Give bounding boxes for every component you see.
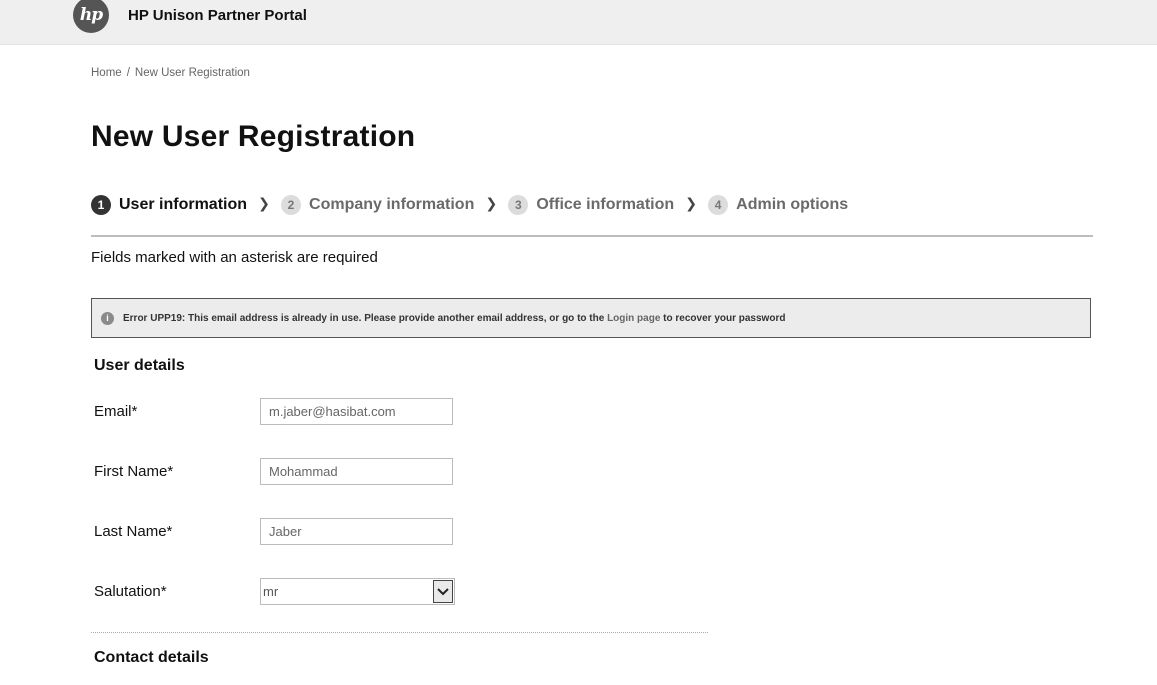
- section-divider: [91, 632, 708, 633]
- step-label: Office information: [536, 196, 675, 213]
- breadcrumb-home-link[interactable]: Home: [91, 67, 122, 79]
- step-number: 3: [508, 195, 529, 215]
- step-user-information[interactable]: 1 User information: [91, 195, 247, 215]
- chevron-down-icon[interactable]: [433, 580, 453, 603]
- portal-title[interactable]: HP Unison Partner Portal: [128, 7, 307, 24]
- hp-logo-text: hp: [79, 5, 103, 25]
- error-message-box: i Error UPP19: This email address is alr…: [91, 298, 1091, 338]
- hp-logo[interactable]: hp: [73, 0, 109, 33]
- breadcrumb-current: New User Registration: [134, 67, 250, 79]
- last-name-field[interactable]: [260, 518, 453, 545]
- step-label: User information: [119, 196, 248, 213]
- step-company-information[interactable]: 2 Company information: [281, 195, 474, 215]
- error-text-before: Error UPP19: This email address is alrea…: [123, 312, 608, 324]
- info-icon: i: [101, 311, 114, 325]
- first-name-label: First Name*: [94, 463, 174, 480]
- error-text-after: to recover your password: [660, 312, 786, 324]
- step-number: 2: [281, 195, 302, 215]
- contact-details-heading: Contact details: [94, 649, 209, 666]
- first-name-field[interactable]: [260, 458, 453, 485]
- breadcrumb: Home / New User Registration: [91, 67, 250, 79]
- page-title: New User Registration: [91, 120, 416, 153]
- step-number: 4: [708, 195, 729, 215]
- step-label: Company information: [309, 196, 475, 213]
- breadcrumb-separator: /: [126, 67, 130, 79]
- registration-steps: 1 User information ❯ 2 Company informati…: [91, 193, 848, 217]
- salutation-selected-value: mr: [263, 584, 279, 599]
- step-number: 1: [91, 195, 111, 215]
- email-label: Email*: [94, 403, 138, 420]
- error-message: Error UPP19: This email address is alrea…: [123, 313, 785, 324]
- step-office-information[interactable]: 3 Office information: [508, 195, 674, 215]
- chevron-right-icon: ❯: [685, 194, 697, 211]
- user-details-heading: User details: [94, 357, 185, 374]
- top-header: hp HP Unison Partner Portal: [0, 0, 1157, 45]
- salutation-select[interactable]: mr: [260, 578, 455, 605]
- steps-divider: [91, 235, 1093, 237]
- step-label: Admin options: [736, 196, 849, 213]
- login-page-link[interactable]: Login page: [607, 313, 660, 324]
- email-field[interactable]: [260, 398, 453, 425]
- chevron-right-icon: ❯: [258, 194, 270, 211]
- salutation-label: Salutation*: [94, 583, 167, 600]
- step-admin-options[interactable]: 4 Admin options: [708, 195, 848, 215]
- chevron-right-icon: ❯: [485, 194, 498, 211]
- last-name-label: Last Name*: [94, 523, 173, 540]
- required-fields-note: Fields marked with an asterisk are requi…: [91, 249, 378, 266]
